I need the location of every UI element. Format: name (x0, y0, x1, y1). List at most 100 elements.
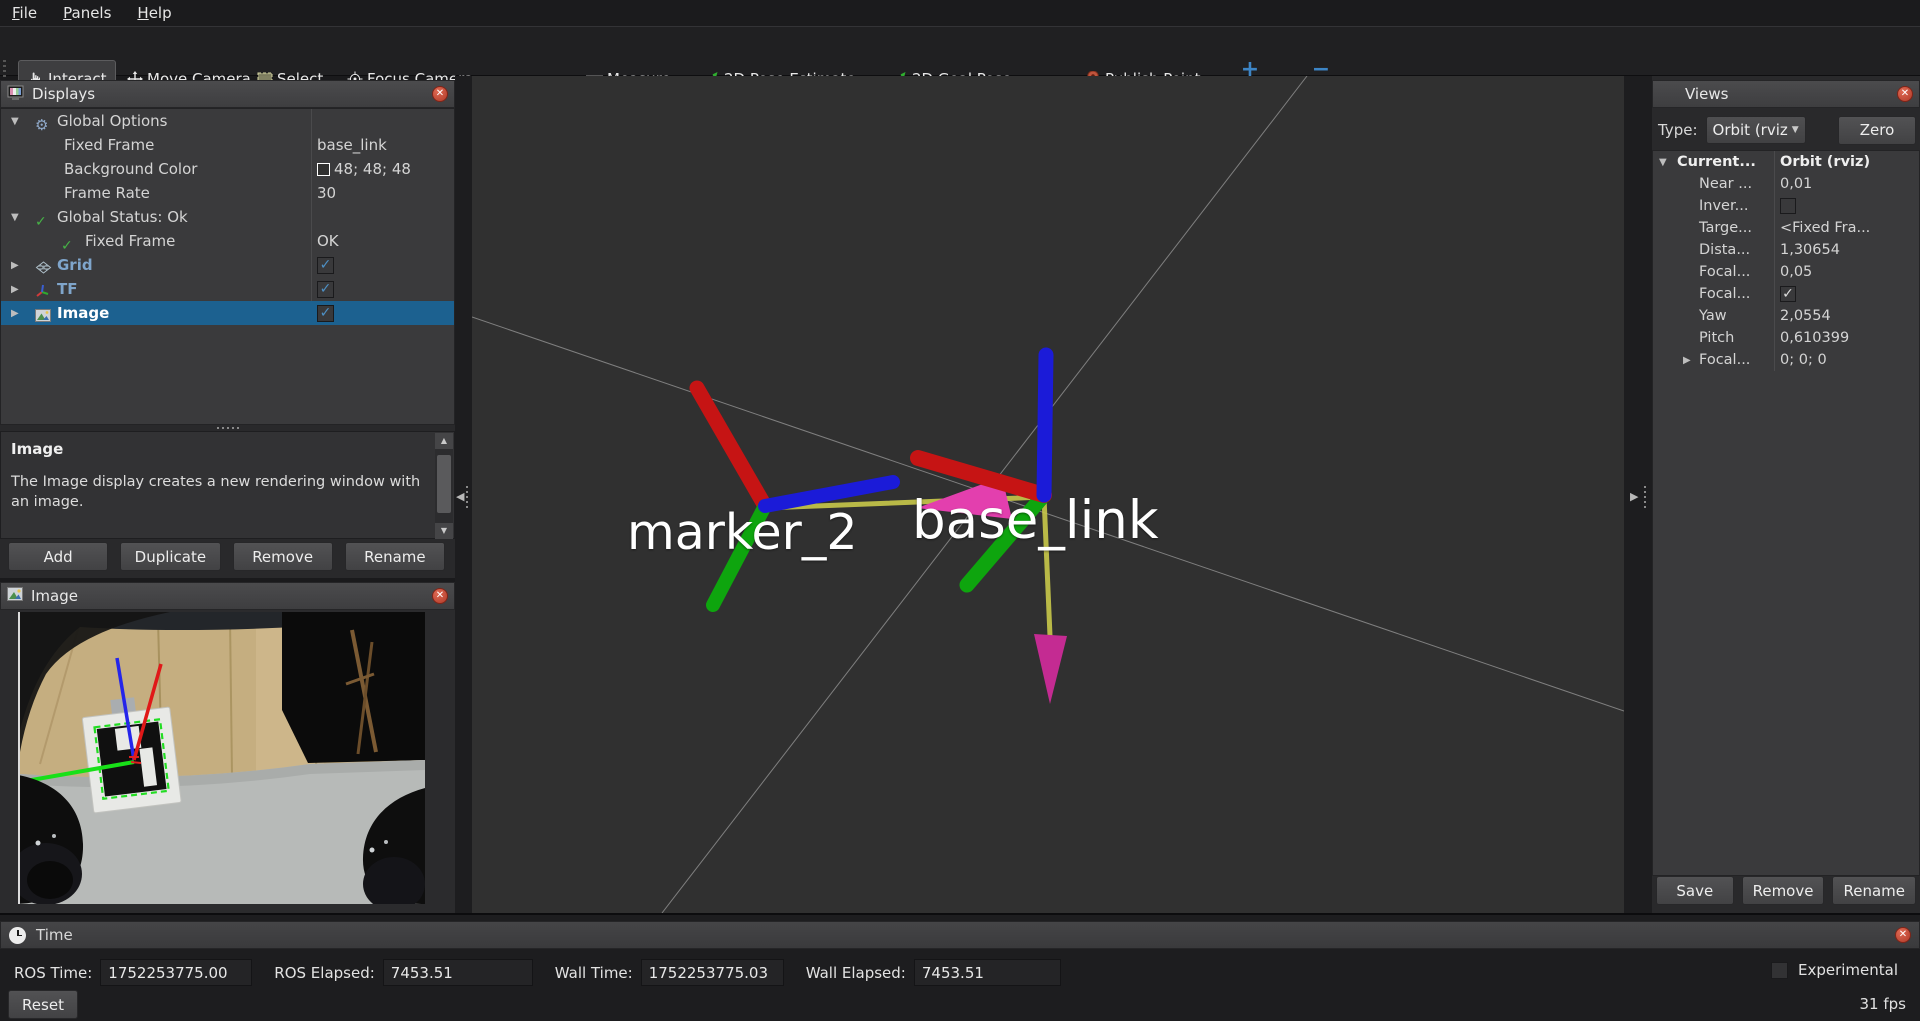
displays-row-frame-rate[interactable]: Frame Rate30 (1, 181, 454, 205)
toolbar: InteractMove CameraSelectFocus CameraMea… (0, 27, 1920, 76)
displays-row-image[interactable]: ▶Image✓ (1, 301, 454, 325)
displays-row-fixed-frame[interactable]: ✓Fixed FrameOK (1, 229, 454, 253)
view-type-dropdown[interactable]: Orbit (rviz ▼ (1706, 116, 1806, 144)
zero-button[interactable]: Zero (1838, 116, 1916, 145)
tf-label-base-link: base_link (912, 490, 1159, 551)
displays-panel: Displays ✕ ▼⚙Global OptionsFixed Frameba… (0, 80, 455, 578)
add-button[interactable]: Add (8, 542, 108, 571)
3d-viewport[interactable]: marker_2 base_link (472, 76, 1624, 913)
views-row-yaw[interactable]: Yaw2,0554 (1653, 305, 1919, 327)
clock-icon (9, 927, 26, 944)
scroll-down-icon[interactable]: ▼ (435, 523, 453, 539)
views-row-targe-[interactable]: Targe...<Fixed Fra... (1653, 217, 1919, 239)
property-value[interactable]: ✓ (317, 301, 334, 325)
rename-button[interactable]: Rename (345, 542, 445, 571)
description-scrollbar[interactable]: ▲ ▼ (435, 433, 453, 539)
property-value[interactable]: ✓ (1780, 283, 1796, 305)
left-splitter-grip[interactable] (466, 486, 468, 508)
time-field-label: Wall Elapsed: (806, 964, 906, 982)
time-field-ros-elapsed[interactable]: 7453.51 (383, 959, 533, 986)
right-splitter[interactable]: ▶ (1624, 76, 1652, 913)
camera-photo (20, 612, 425, 904)
views-row-inver-[interactable]: Inver... (1653, 195, 1919, 217)
remove-button[interactable]: Remove (233, 542, 333, 571)
enabled-checkbox[interactable]: ✓ (317, 257, 334, 274)
displays-row-background-color[interactable]: Background Color 48; 48; 48 (1, 157, 454, 181)
expander-icon[interactable]: ▼ (11, 206, 19, 230)
displays-row-grid[interactable]: ▶Grid✓ (1, 253, 454, 277)
property-value[interactable]: 30 (317, 181, 336, 205)
property-name: Focal... (1699, 349, 1750, 371)
property-value[interactable]: ✓ (317, 253, 334, 277)
collapse-right-icon[interactable]: ▶ (1630, 490, 1638, 503)
remove-view-button[interactable]: Remove (1742, 876, 1825, 905)
time-field-label: Wall Time: (555, 964, 633, 982)
views-row-near-[interactable]: Near ...0,01 (1653, 173, 1919, 195)
property-value[interactable]: 0,01 (1780, 173, 1812, 195)
time-field-ros-time[interactable]: 1752253775.00 (100, 959, 252, 986)
property-value[interactable]: <Fixed Fra... (1780, 217, 1870, 239)
property-name: TF (57, 277, 77, 301)
time-field-wall-time[interactable]: 1752253775.03 (641, 959, 784, 986)
views-row-focal-[interactable]: Focal...✓ (1653, 283, 1919, 305)
reset-button[interactable]: Reset (8, 990, 78, 1019)
image-close-icon[interactable]: ✕ (432, 588, 448, 604)
collapse-left-icon[interactable]: ◀ (456, 490, 464, 503)
property-value[interactable]: 0,05 (1780, 261, 1812, 283)
checkbox-checked[interactable]: ✓ (1780, 286, 1796, 302)
property-value[interactable]: 0; 0; 0 (1780, 349, 1827, 371)
checkbox-unchecked[interactable] (1780, 198, 1796, 214)
property-value[interactable]: 1,30654 (1780, 239, 1840, 261)
property-value[interactable]: 2,0554 (1780, 305, 1831, 327)
views-row-focal-[interactable]: Focal...0,05 (1653, 261, 1919, 283)
property-value[interactable]: base_link (317, 133, 387, 157)
displays-close-icon[interactable]: ✕ (432, 86, 448, 102)
experimental-option: Experimental (1771, 961, 1898, 979)
property-value[interactable]: 0,610399 (1780, 327, 1849, 349)
expander-icon[interactable]: ▼ (11, 110, 19, 134)
views-row-focal-[interactable]: ▶ Focal... 0; 0; 0 (1653, 349, 1919, 371)
image-icon (7, 587, 23, 605)
camera-image (18, 612, 423, 904)
save-view-button[interactable]: Save (1656, 876, 1734, 905)
scrollbar-thumb[interactable] (437, 455, 451, 513)
time-close-icon[interactable]: ✕ (1895, 927, 1911, 943)
displays-row-fixed-frame[interactable]: Fixed Framebase_link (1, 133, 454, 157)
enabled-checkbox[interactable]: ✓ (317, 281, 334, 298)
property-name: Background Color (64, 157, 197, 181)
views-close-icon[interactable]: ✕ (1897, 86, 1913, 102)
menu-item-help[interactable]: Help (137, 4, 171, 22)
property-value[interactable]: 48; 48; 48 (317, 157, 411, 181)
duplicate-button[interactable]: Duplicate (120, 542, 220, 571)
displays-panel-title: Displays (32, 85, 424, 103)
expander-icon[interactable]: ▶ (11, 302, 19, 326)
image-icon (35, 305, 51, 329)
scroll-up-icon[interactable]: ▲ (435, 433, 453, 449)
time-field-label: ROS Time: (14, 964, 92, 982)
views-property-tree: ▼Current...Orbit (rviz)Near ...0,01Inver… (1652, 150, 1920, 876)
menu-item-panels[interactable]: Panels (63, 4, 111, 22)
expander-icon[interactable]: ▶ (11, 278, 19, 302)
time-field-wall-elapsed[interactable]: 7453.51 (914, 959, 1061, 986)
rename-view-button[interactable]: Rename (1832, 876, 1916, 905)
displays-row-tf[interactable]: ▶ TF ✓ (1, 277, 454, 301)
enabled-checkbox[interactable]: ✓ (317, 305, 334, 322)
color-swatch[interactable] (317, 163, 330, 176)
chevron-down-icon: ▼ (1792, 125, 1799, 135)
views-row-current-[interactable]: ▼Current...Orbit (rviz) (1653, 151, 1919, 173)
displays-row-global-options[interactable]: ▼⚙Global Options (1, 109, 454, 133)
property-value[interactable]: ✓ (317, 277, 334, 301)
displays-row-global-status-ok[interactable]: ▼✓Global Status: Ok (1, 205, 454, 229)
expander-icon[interactable]: ▶ (11, 254, 19, 278)
property-value[interactable]: Orbit (rviz) (1780, 151, 1870, 173)
property-value[interactable] (1780, 195, 1796, 217)
expander-icon[interactable]: ▶ (1683, 350, 1691, 372)
menu-item-file[interactable]: File (12, 4, 37, 22)
left-splitter[interactable]: ◀ (455, 76, 472, 913)
views-row-pitch[interactable]: Pitch0,610399 (1653, 327, 1919, 349)
views-row-dista-[interactable]: Dista...1,30654 (1653, 239, 1919, 261)
right-splitter-grip[interactable] (1644, 486, 1646, 508)
experimental-checkbox[interactable] (1771, 962, 1788, 979)
property-value[interactable]: OK (317, 229, 339, 253)
expander-icon[interactable]: ▼ (1659, 152, 1667, 174)
